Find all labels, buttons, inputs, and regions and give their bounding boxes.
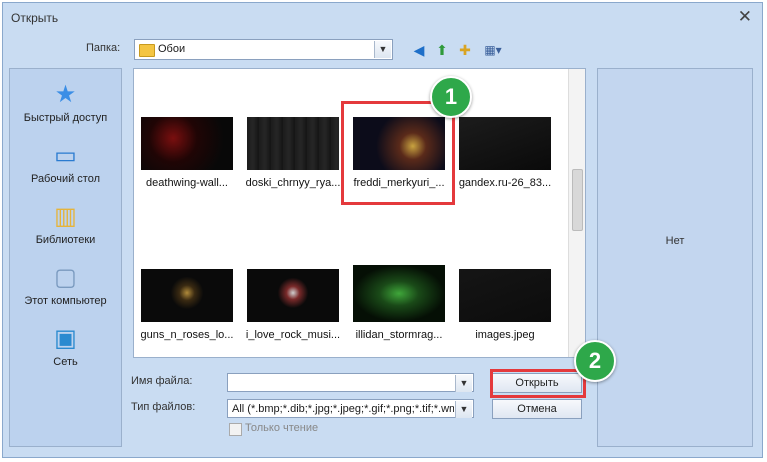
thumbnail-image	[141, 269, 233, 322]
place-libraries[interactable]: ▥ Библиотеки	[10, 201, 121, 259]
place-label: Библиотеки	[35, 234, 96, 246]
folder-icon	[139, 44, 155, 57]
place-this-pc[interactable]: ▢ Этот компьютер	[10, 262, 121, 320]
file-item[interactable]: guns_n_roses_lo...	[137, 269, 237, 357]
filetype-value: All (*.bmp;*.dib;*.jpg;*.jpeg;*.gif;*.pn…	[232, 403, 454, 415]
up-folder-icon[interactable]: ⬆	[433, 41, 451, 59]
view-menu-icon[interactable]: ▦▾	[479, 41, 507, 59]
filetype-select[interactable]: All (*.bmp;*.dib;*.jpg;*.jpeg;*.gif;*.pn…	[227, 399, 474, 418]
preview-text: Нет	[665, 235, 685, 247]
thumbnail-image	[247, 117, 339, 170]
scrollbar-thumb[interactable]	[572, 169, 583, 231]
place-label: Рабочий стол	[30, 173, 101, 185]
thumbnail-image	[247, 269, 339, 322]
place-label: Быстрый доступ	[23, 112, 108, 124]
place-desktop[interactable]: ▭ Рабочий стол	[10, 140, 121, 198]
computer-icon: ▢	[54, 264, 77, 291]
new-folder-icon[interactable]: ✚	[456, 41, 474, 59]
network-icon: ▣	[54, 325, 77, 352]
place-network[interactable]: ▣ Сеть	[10, 323, 121, 381]
readonly-checkbox[interactable]	[229, 423, 242, 436]
open-button[interactable]: Открыть	[492, 373, 582, 393]
readonly-label: Только чтение	[245, 422, 319, 434]
file-item[interactable]: doski_chrnyy_rya...	[243, 117, 343, 207]
place-quick-access[interactable]: ★ Быстрый доступ	[10, 79, 121, 137]
library-icon: ▥	[54, 203, 77, 230]
file-name: deathwing-wall...	[146, 177, 228, 189]
dialog-title: Открыть	[11, 11, 59, 25]
thumbnail-image	[459, 117, 551, 170]
thumbnail-image	[141, 117, 233, 170]
places-bar: ★ Быстрый доступ ▭ Рабочий стол ▥ Библио…	[9, 68, 122, 447]
thumbnail-image	[459, 269, 551, 322]
file-item[interactable]: freddi_merkyuri_...	[349, 117, 449, 207]
thumbnail-image	[353, 117, 445, 170]
file-name: i_love_rock_musi...	[245, 329, 341, 341]
chevron-down-icon[interactable]: ▼	[455, 375, 472, 392]
close-icon[interactable]: ✕	[738, 7, 752, 27]
file-item[interactable]: illidan_stormrag...	[349, 265, 449, 357]
folder-value: Обои	[158, 43, 186, 55]
file-name: doski_chrnyy_rya...	[245, 177, 341, 189]
step-1-badge: 1	[430, 76, 472, 118]
title-bar: Открыть ✕	[3, 3, 762, 33]
file-item[interactable]: gandex.ru-26_83...	[455, 117, 555, 207]
file-name: guns_n_roses_lo...	[140, 329, 234, 341]
filename-input[interactable]: ▼	[227, 373, 474, 392]
folder-label: Папка:	[86, 42, 121, 54]
cancel-button[interactable]: Отмена	[492, 399, 582, 419]
vertical-scrollbar[interactable]	[568, 69, 585, 357]
folder-combo[interactable]: Обои ▼	[134, 39, 393, 60]
step-2-badge: 2	[574, 340, 616, 382]
preview-pane: Нет	[597, 68, 753, 447]
place-label: Этот компьютер	[24, 295, 107, 307]
chevron-down-icon[interactable]: ▼	[374, 41, 391, 58]
thumbnail-image	[353, 265, 445, 322]
chevron-down-icon[interactable]: ▼	[455, 401, 472, 418]
file-name: freddi_merkyuri_...	[353, 177, 445, 189]
file-view: deathwing-wall... doski_chrnyy_rya... fr…	[133, 68, 586, 358]
file-item[interactable]: images.jpeg	[455, 269, 555, 357]
filename-label: Имя файла:	[131, 375, 193, 387]
filetype-label: Тип файлов:	[131, 401, 196, 413]
file-item[interactable]: deathwing-wall...	[137, 117, 237, 207]
file-name: gandex.ru-26_83...	[458, 177, 552, 189]
place-label: Сеть	[53, 356, 78, 368]
file-item[interactable]: i_love_rock_musi...	[243, 269, 343, 357]
star-icon: ★	[54, 81, 77, 108]
back-icon[interactable]: ◀	[410, 41, 428, 59]
file-name: images.jpeg	[475, 329, 535, 341]
desktop-icon: ▭	[54, 142, 77, 169]
file-name: illidan_stormrag...	[355, 329, 443, 341]
